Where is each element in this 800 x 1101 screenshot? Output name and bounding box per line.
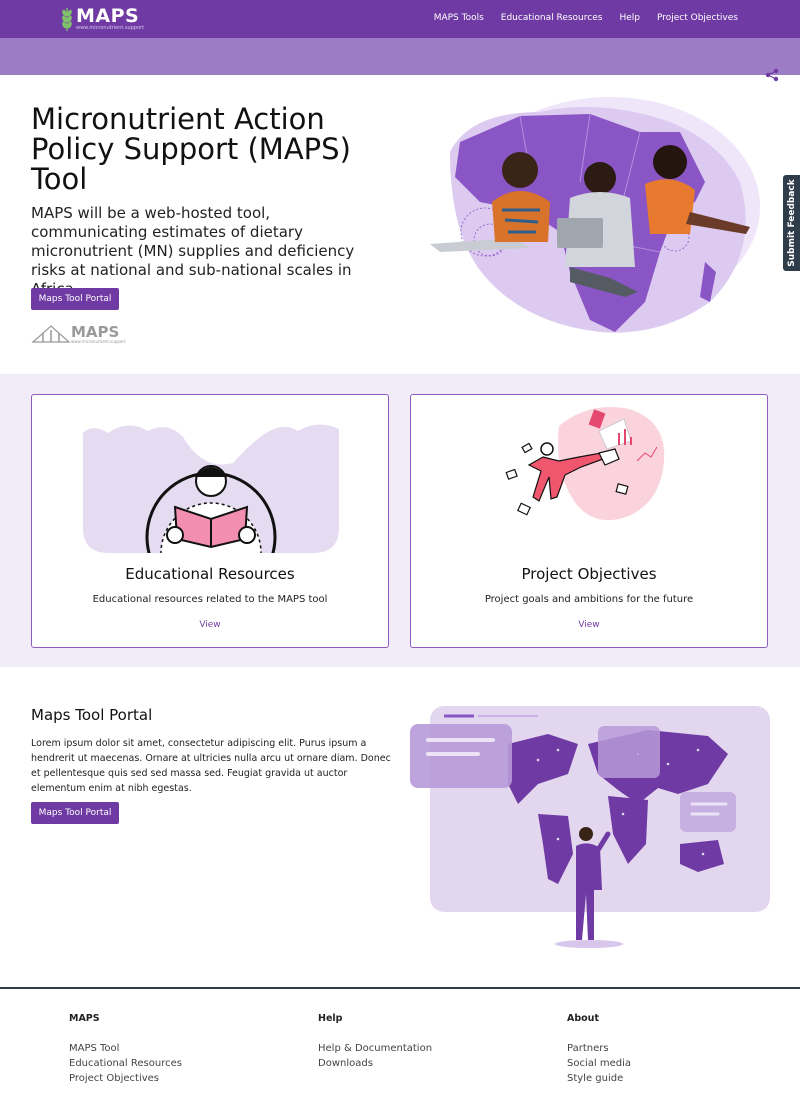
footer-heading: MAPS xyxy=(69,1013,100,1024)
educational-resources-card[interactable]: Educational Resources Educational resour… xyxy=(31,394,389,648)
footer-column-about: About Partners Social media Style guide xyxy=(567,1013,631,1086)
hero-title: Micronutrient Action Policy Support (MAP… xyxy=(31,102,351,196)
wheat-icon xyxy=(62,8,72,31)
submit-feedback-label: Submit Feedback xyxy=(786,179,797,267)
brand-name: MAPS xyxy=(76,5,140,27)
footer-link[interactable]: Social media xyxy=(567,1056,631,1071)
hero-illustration xyxy=(430,97,760,333)
maps-mini-logo: MAPS www.micronutrient.support xyxy=(31,322,126,344)
maps-logo[interactable]: MAPS www.micronutrient.support xyxy=(60,5,146,33)
card-title: Project Objectives xyxy=(521,565,657,583)
nav-link-educational-resources[interactable]: Educational Resources xyxy=(501,13,603,23)
nav-link-maps-tools[interactable]: MAPS Tools xyxy=(434,13,484,23)
footer-link[interactable]: Downloads xyxy=(318,1056,432,1071)
footer-column-help: Help Help & Documentation Downloads xyxy=(318,1013,432,1071)
footer-link[interactable]: Partners xyxy=(567,1041,631,1056)
card-description: Educational resources related to the MAP… xyxy=(92,594,328,605)
card-view-link[interactable]: View xyxy=(411,620,767,630)
brand-site: www.micronutrient.support xyxy=(76,25,145,31)
top-nav: MAPS www.micronutrient.support MAPS Tool… xyxy=(0,0,800,38)
footer-link[interactable]: MAPS Tool xyxy=(69,1041,182,1056)
card-view-link[interactable]: View xyxy=(32,620,388,630)
nav-link-project-objectives[interactable]: Project Objectives xyxy=(657,13,738,23)
card-title: Educational Resources xyxy=(125,565,295,583)
footer-link[interactable]: Style guide xyxy=(567,1071,631,1086)
hero-description: MAPS will be a web-hosted tool, communic… xyxy=(31,204,355,298)
portal-button[interactable]: Maps Tool Portal xyxy=(31,802,119,824)
footer-column-maps: MAPS MAPS Tool Educational Resources Pro… xyxy=(69,1013,182,1086)
card-description: Project goals and ambitions for the futu… xyxy=(484,594,694,605)
hero-portal-button[interactable]: Maps Tool Portal xyxy=(31,288,119,310)
project-objectives-card[interactable]: Project Objectives Project goals and amb… xyxy=(410,394,768,648)
footer-heading: About xyxy=(567,1013,599,1024)
mini-logo-site: www.micronutrient.support xyxy=(71,339,126,344)
reading-illustration xyxy=(83,424,339,553)
footer-link[interactable]: Project Objectives xyxy=(69,1071,182,1086)
objectives-illustration xyxy=(505,407,665,521)
world-map-illustration xyxy=(410,706,770,948)
footer-link[interactable]: Educational Resources xyxy=(69,1056,182,1071)
header-band xyxy=(0,38,800,75)
portal-title: Maps Tool Portal xyxy=(31,706,153,724)
nav-link-help[interactable]: Help xyxy=(619,13,640,23)
submit-feedback-tab[interactable]: Submit Feedback xyxy=(783,175,800,271)
portal-description: Lorem ipsum dolor sit amet, consectetur … xyxy=(31,738,391,794)
footer-heading: Help xyxy=(318,1013,343,1024)
building-icon xyxy=(31,325,71,343)
share-icon[interactable] xyxy=(765,68,779,82)
footer-link[interactable]: Help & Documentation xyxy=(318,1041,432,1056)
footer-divider xyxy=(0,987,800,989)
nav-links: MAPS Tools Educational Resources Help Pr… xyxy=(434,13,738,23)
